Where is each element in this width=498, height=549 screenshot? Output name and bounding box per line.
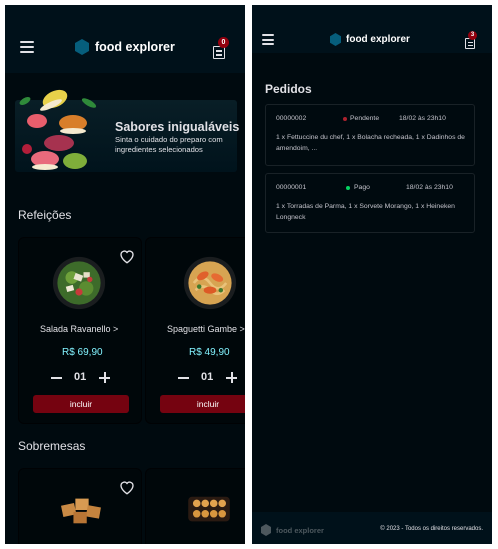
dish-card bbox=[145, 468, 245, 544]
dessert-image bbox=[61, 498, 101, 524]
heart-icon[interactable] bbox=[118, 247, 136, 265]
banner-title: Sabores inigualáveis bbox=[115, 120, 240, 134]
hexagon-logo-icon bbox=[75, 39, 89, 55]
dish-card: Salada Ravanello > R$ 69,90 01 incluir bbox=[18, 237, 142, 424]
order-card[interactable]: 00000001 Pago 18/02 às 23h10 1 x Torrada… bbox=[265, 173, 475, 233]
macarons-image bbox=[19, 89, 97, 170]
hexagon-logo-icon bbox=[330, 33, 341, 46]
order-status: Pago bbox=[354, 184, 370, 191]
dish-name[interactable]: Spaguetti Gambe > bbox=[167, 324, 245, 334]
order-card[interactable]: 00000002 Pendente 18/02 às 23h10 1 x Fet… bbox=[265, 104, 475, 166]
brand-name: food explorer bbox=[346, 34, 410, 45]
order-status: Pendente bbox=[350, 115, 380, 122]
dish-card bbox=[18, 468, 142, 544]
dish-price: R$ 49,90 bbox=[189, 347, 230, 358]
section-title-desserts: Sobremesas bbox=[18, 439, 86, 453]
menu-icon[interactable] bbox=[20, 41, 34, 53]
menu-icon[interactable] bbox=[262, 34, 274, 45]
home-screen: food explorer 0 Sabores inigualáveis Sin… bbox=[5, 5, 245, 544]
page-title: Pedidos bbox=[265, 82, 312, 96]
dessert-image bbox=[188, 496, 230, 522]
footer: food explorer © 2023 - Todos os direitos… bbox=[252, 512, 492, 544]
quantity-value: 01 bbox=[201, 371, 214, 383]
brand-logo[interactable]: food explorer bbox=[75, 39, 175, 55]
dish-price: R$ 69,90 bbox=[62, 347, 103, 358]
quantity-value: 01 bbox=[74, 371, 87, 383]
order-date: 18/02 às 23h10 bbox=[406, 184, 453, 191]
increase-quantity-button[interactable] bbox=[99, 372, 110, 383]
footer-brand-name: food explorer bbox=[276, 525, 324, 535]
banner-subtitle: Sinta o cuidado do preparo com ingredien… bbox=[115, 135, 223, 154]
dish-name[interactable]: Salada Ravanello > bbox=[40, 324, 118, 334]
order-code: 00000002 bbox=[276, 115, 307, 122]
dish-card: Spaguetti Gambe > R$ 49,90 01 incluir bbox=[145, 237, 245, 424]
header: food explorer 3 bbox=[252, 5, 492, 53]
header: food explorer 0 bbox=[5, 5, 245, 73]
increase-quantity-button[interactable] bbox=[226, 372, 237, 383]
status-dot-icon bbox=[346, 186, 350, 190]
order-count-badge: 0 bbox=[218, 37, 229, 48]
brand-logo[interactable]: food explorer bbox=[330, 33, 410, 46]
decrease-quantity-button[interactable] bbox=[178, 377, 189, 379]
heart-icon[interactable] bbox=[118, 478, 136, 496]
dish-image bbox=[52, 256, 106, 310]
include-button[interactable]: incluir bbox=[160, 395, 245, 413]
footer-copyright: © 2023 - Todos os direitos reservados. bbox=[380, 526, 483, 532]
order-count-badge: 3 bbox=[468, 31, 477, 40]
brand-name: food explorer bbox=[95, 40, 175, 54]
order-date: 18/02 às 23h10 bbox=[399, 115, 446, 122]
order-items: 1 x Torradas de Parma, 1 x Sorvete Moran… bbox=[276, 203, 455, 221]
section-title-meals: Refeições bbox=[18, 208, 72, 222]
include-button[interactable]: incluir bbox=[33, 395, 129, 413]
hexagon-logo-icon bbox=[261, 524, 271, 536]
decrease-quantity-button[interactable] bbox=[51, 377, 62, 379]
status-dot-icon bbox=[343, 117, 347, 121]
order-code: 00000001 bbox=[276, 184, 307, 191]
orders-screen: food explorer 3 Pedidos 00000002 Pendent… bbox=[252, 5, 492, 544]
dish-image bbox=[183, 256, 237, 310]
order-items: 1 x Fettuccine du chef, 1 x Bolacha rech… bbox=[276, 134, 465, 152]
footer-brand: food explorer bbox=[261, 524, 324, 536]
